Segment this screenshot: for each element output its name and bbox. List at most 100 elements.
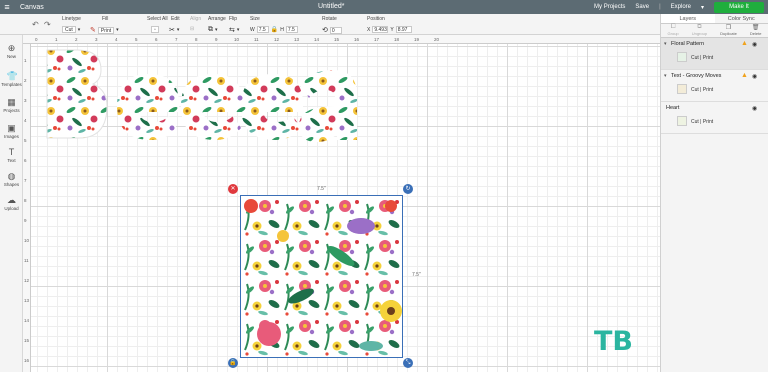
x-position-input[interactable]: 9.493 <box>372 26 389 33</box>
hamburger-icon[interactable]: ≡ <box>0 2 14 12</box>
ruler-tick-label: 5 <box>24 138 27 143</box>
ruler-tick-label: 18 <box>394 37 400 42</box>
lock-icon[interactable]: 🔒 <box>228 358 238 368</box>
warning-icon[interactable]: ▲ <box>741 72 748 79</box>
rotate-icon[interactable]: ↻ <box>403 184 413 194</box>
resize-icon[interactable]: ⤡ <box>403 358 413 368</box>
chevron-down-icon[interactable]: ▾ <box>701 4 704 11</box>
ruler-tick-label: 6 <box>24 158 27 163</box>
plus-circle-icon: ⊕ <box>7 43 16 53</box>
ungroup-icon: ⧉ <box>697 24 702 30</box>
rotate-label: Rotate <box>322 16 337 22</box>
align-label: Align <box>190 16 202 22</box>
ruler-tick-label: 8 <box>24 198 27 203</box>
ruler-tick-label: 12 <box>24 278 30 283</box>
scissors-icon[interactable]: ✂ <box>169 26 175 34</box>
make-it-button[interactable]: Make It <box>714 1 764 13</box>
my-projects-link[interactable]: My Projects <box>594 4 625 10</box>
ruler-tick-label: 13 <box>294 37 300 42</box>
lock-icon[interactable]: 🔒 <box>271 26 278 33</box>
ruler-tick-label: 6 <box>155 37 158 42</box>
sidebar-item-images[interactable]: ▣ Images <box>0 123 23 139</box>
ruler-tick-label: 15 <box>334 37 340 42</box>
sidebar-item-templates[interactable]: 👕 Templates <box>0 71 23 87</box>
chevron-down-icon[interactable]: ▾ <box>177 27 180 33</box>
ruler-tick-label: 14 <box>24 318 30 323</box>
shapes-icon: ◍ <box>7 171 16 181</box>
group-icon: ⧠ <box>670 24 676 30</box>
ruler-tick-label: 16 <box>24 358 30 363</box>
ruler-tick-label: 20 <box>434 37 440 42</box>
chevron-down-icon[interactable]: ▾ <box>78 27 81 33</box>
chevron-down-icon[interactable]: ▾ <box>664 41 667 47</box>
ruler-tick-label: 9 <box>215 37 218 42</box>
undo-icon[interactable]: ↶ <box>32 20 39 29</box>
eye-icon[interactable]: ◉ <box>752 73 757 80</box>
y-label: Y <box>390 26 394 33</box>
height-input[interactable]: 7.5 <box>285 26 298 33</box>
chevron-down-icon[interactable]: ▾ <box>215 27 218 33</box>
layer-operation: Cut | Print <box>691 87 714 93</box>
ruler-tick-label: 7 <box>24 178 27 183</box>
eye-icon[interactable]: ◉ <box>752 105 757 112</box>
select-all-button[interactable]: ▫ <box>151 26 159 33</box>
left-sidebar: ⊕ New 👕 Templates ▦ Projects ▣ Images T … <box>0 35 23 372</box>
chevron-down-icon[interactable]: ▾ <box>664 73 667 79</box>
ruler-tick-label: 10 <box>234 37 240 42</box>
ruler-tick-label: 2 <box>24 78 27 83</box>
arrange-icon[interactable]: ⧉ <box>208 26 213 34</box>
ruler-tick-label: 1 <box>24 58 27 63</box>
warning-icon[interactable]: ▲ <box>741 40 748 47</box>
document-title: Untitled* <box>318 3 345 10</box>
ruler-tick-label: 3 <box>24 98 27 103</box>
design-canvas[interactable]: 7.5" 7.5" ✕ ↻ 🔒 ⤡ TB <box>31 44 660 372</box>
sidebar-item-projects[interactable]: ▦ Projects <box>0 97 23 113</box>
tab-layers[interactable]: Layers <box>661 14 715 23</box>
ruler-tick-label: 10 <box>24 238 30 243</box>
fill-select[interactable]: Print <box>97 26 115 34</box>
save-button[interactable]: Save <box>635 4 649 10</box>
y-position-input[interactable]: 8.97 <box>395 26 412 33</box>
align-icon[interactable]: ⊟ <box>190 26 194 32</box>
ruler-tick-label: 3 <box>95 37 98 42</box>
edit-toolbar: ↶ ↷ Linetype Cut ▾ Fill ✎ Print ▾ Select A… <box>0 14 768 35</box>
select-all-label: Select All <box>147 16 168 22</box>
linetype-select[interactable]: Cut <box>62 26 76 33</box>
chevron-down-icon[interactable]: ▾ <box>237 27 240 33</box>
ruler-tick-label: 15 <box>24 338 30 343</box>
shirt-icon: 👕 <box>6 71 18 81</box>
ungroup-button[interactable]: ⧉ Ungroup <box>692 24 707 36</box>
close-icon[interactable]: ✕ <box>228 184 238 194</box>
delete-button[interactable]: 🗑 Delete <box>750 24 762 36</box>
pattern-width-label: 7.5" <box>317 186 326 192</box>
grid-icon: ▦ <box>7 97 16 107</box>
ruler-tick-label: 1 <box>55 37 58 42</box>
eye-icon[interactable]: ◉ <box>752 41 757 48</box>
floral-pattern-square[interactable] <box>240 195 403 358</box>
cloud-upload-icon: ☁ <box>7 195 16 205</box>
chevron-down-icon[interactable]: ▾ <box>116 27 119 33</box>
sidebar-item-upload[interactable]: ☁ Upload <box>0 195 23 211</box>
text-icon: T <box>8 147 15 157</box>
sidebar-item-label: Templates <box>1 82 22 87</box>
ruler-tick-label: 13 <box>24 298 30 303</box>
sidebar-item-text[interactable]: T Text <box>0 147 23 163</box>
sidebar-item-new[interactable]: ⊕ New <box>0 43 23 59</box>
x-label: X <box>367 26 371 33</box>
width-label: W <box>250 26 255 33</box>
layer-item[interactable]: ▾ Text - Groovy Moves ▲ ◉ Cut | Print <box>661 70 768 102</box>
tab-color-sync[interactable]: Color Sync <box>715 14 768 23</box>
sidebar-item-shapes[interactable]: ◍ Shapes <box>0 171 23 187</box>
ruler-tick-label: 4 <box>115 37 118 42</box>
layer-item[interactable]: Heart ◉ Cut | Print <box>661 102 768 134</box>
linetype-label: Linetype <box>62 16 81 22</box>
explore-link[interactable]: Explore <box>671 4 691 10</box>
redo-icon[interactable]: ↷ <box>44 20 51 29</box>
layer-item[interactable]: ▾ Floral Pattern ▲ ◉ Cut | Print <box>661 38 768 70</box>
width-input[interactable]: 7.5 <box>256 26 269 33</box>
rotate-input[interactable]: 0 <box>329 26 342 34</box>
app-name: Canvas <box>20 3 44 11</box>
group-button[interactable]: ⧠ Group <box>668 24 679 36</box>
flip-icon[interactable]: ⇆ <box>229 26 235 34</box>
duplicate-button[interactable]: ❐ Duplicate <box>720 24 737 36</box>
